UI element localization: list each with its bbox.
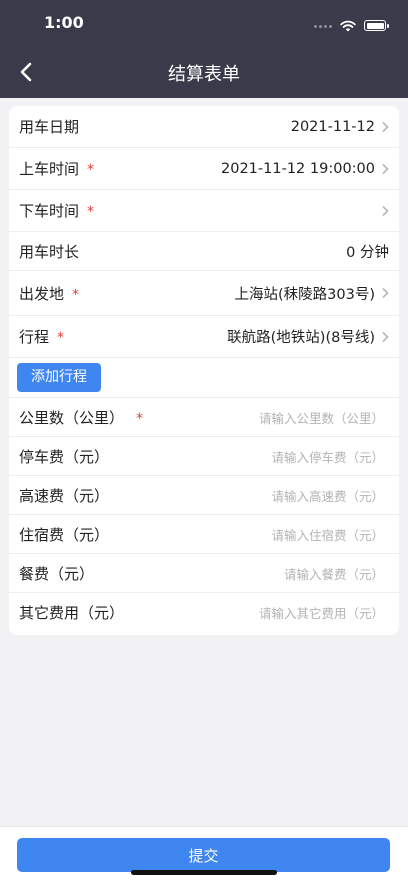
status-bar: 1:00 xyxy=(0,0,408,46)
settlement-form: 用车日期 2021-11-12 上车时间 * 2021-11-12 19:00:0… xyxy=(9,106,399,635)
departure-row[interactable]: 出发地 * 上海站(秣陵路303号) xyxy=(9,271,399,316)
toll-fee-row[interactable]: 高速费（元） 请输入高速费（元） xyxy=(9,476,399,515)
itinerary-row[interactable]: 行程 * 联航路(地铁站)(8号线) xyxy=(9,316,399,358)
page-title: 结算表单 xyxy=(168,64,240,85)
duration-label: 用车时长 xyxy=(19,242,80,261)
submit-button[interactable]: 提交 xyxy=(17,838,390,872)
add-itinerary-button[interactable]: 添加行程 xyxy=(17,363,101,392)
dropoff-time-label: 下车时间 * xyxy=(19,202,95,220)
parking-fee-input[interactable]: 请输入停车费（元） xyxy=(271,447,384,466)
home-indicator xyxy=(131,870,277,875)
departure-label: 出发地 * xyxy=(19,284,80,303)
meal-fee-label: 餐费（元） xyxy=(19,564,95,583)
other-fee-label: 其它费用（元） xyxy=(19,604,125,622)
lodging-fee-row[interactable]: 住宿费（元） 请输入住宿费（元） xyxy=(9,515,399,554)
required-mark: * xyxy=(72,286,80,303)
footer-bar: 提交 xyxy=(0,826,408,883)
chevron-right-icon xyxy=(382,331,389,342)
itinerary-value: 联航路(地铁站)(8号线) xyxy=(227,330,375,346)
nav-bar: 结算表单 xyxy=(0,46,408,98)
use-date-value: 2021-11-12 xyxy=(290,118,375,135)
lodging-fee-input[interactable]: 请输入住宿费（元） xyxy=(271,525,384,544)
chevron-right-icon xyxy=(382,121,389,132)
battery-icon xyxy=(364,20,389,31)
other-fee-input[interactable]: 请输入其它费用（元） xyxy=(259,603,384,622)
meal-fee-input[interactable]: 请输入餐费（元） xyxy=(284,564,384,583)
pickup-time-label: 上车时间 * xyxy=(19,160,95,178)
required-mark: * xyxy=(87,162,95,178)
use-date-row[interactable]: 用车日期 2021-11-12 xyxy=(9,106,399,148)
pickup-time-row[interactable]: 上车时间 * 2021-11-12 19:00:00 xyxy=(9,148,399,190)
other-fee-row[interactable]: 其它费用（元） 请输入其它费用（元） xyxy=(9,593,399,632)
chevron-right-icon xyxy=(382,287,389,299)
lodging-fee-label: 住宿费（元） xyxy=(19,525,110,544)
dropoff-time-row[interactable]: 下车时间 * xyxy=(9,190,399,232)
add-itinerary-row: 添加行程 xyxy=(9,358,399,398)
meal-fee-row[interactable]: 餐费（元） 请输入餐费（元） xyxy=(9,554,399,593)
required-mark: * xyxy=(136,410,144,427)
required-mark: * xyxy=(57,330,65,346)
signal-icon xyxy=(312,16,332,35)
status-icons xyxy=(312,16,389,35)
toll-fee-label: 高速费（元） xyxy=(19,486,110,505)
wifi-icon xyxy=(340,20,356,31)
pickup-time-value: 2021-11-12 19:00:00 xyxy=(221,160,375,177)
toll-fee-input[interactable]: 请输入高速费（元） xyxy=(271,486,384,505)
required-mark: * xyxy=(87,204,95,220)
itinerary-label: 行程 * xyxy=(19,328,65,346)
app-header: 1:00 结算表单 xyxy=(0,0,408,98)
parking-fee-label: 停车费（元） xyxy=(19,447,110,466)
mileage-input[interactable]: 请输入公里数（公里） xyxy=(259,408,384,427)
duration-row: 用车时长 0 分钟 xyxy=(9,232,399,271)
status-time: 1:00 xyxy=(44,13,84,32)
chevron-right-icon xyxy=(382,205,389,216)
chevron-right-icon xyxy=(382,163,389,174)
duration-value: 0 分钟 xyxy=(346,244,389,261)
mileage-label: 公里数（公里） * xyxy=(19,408,144,427)
use-date-label: 用车日期 xyxy=(19,118,80,136)
mileage-row[interactable]: 公里数（公里） * 请输入公里数（公里） xyxy=(9,398,399,437)
departure-value: 上海站(秣陵路303号) xyxy=(234,286,376,303)
parking-fee-row[interactable]: 停车费（元） 请输入停车费（元） xyxy=(9,437,399,476)
